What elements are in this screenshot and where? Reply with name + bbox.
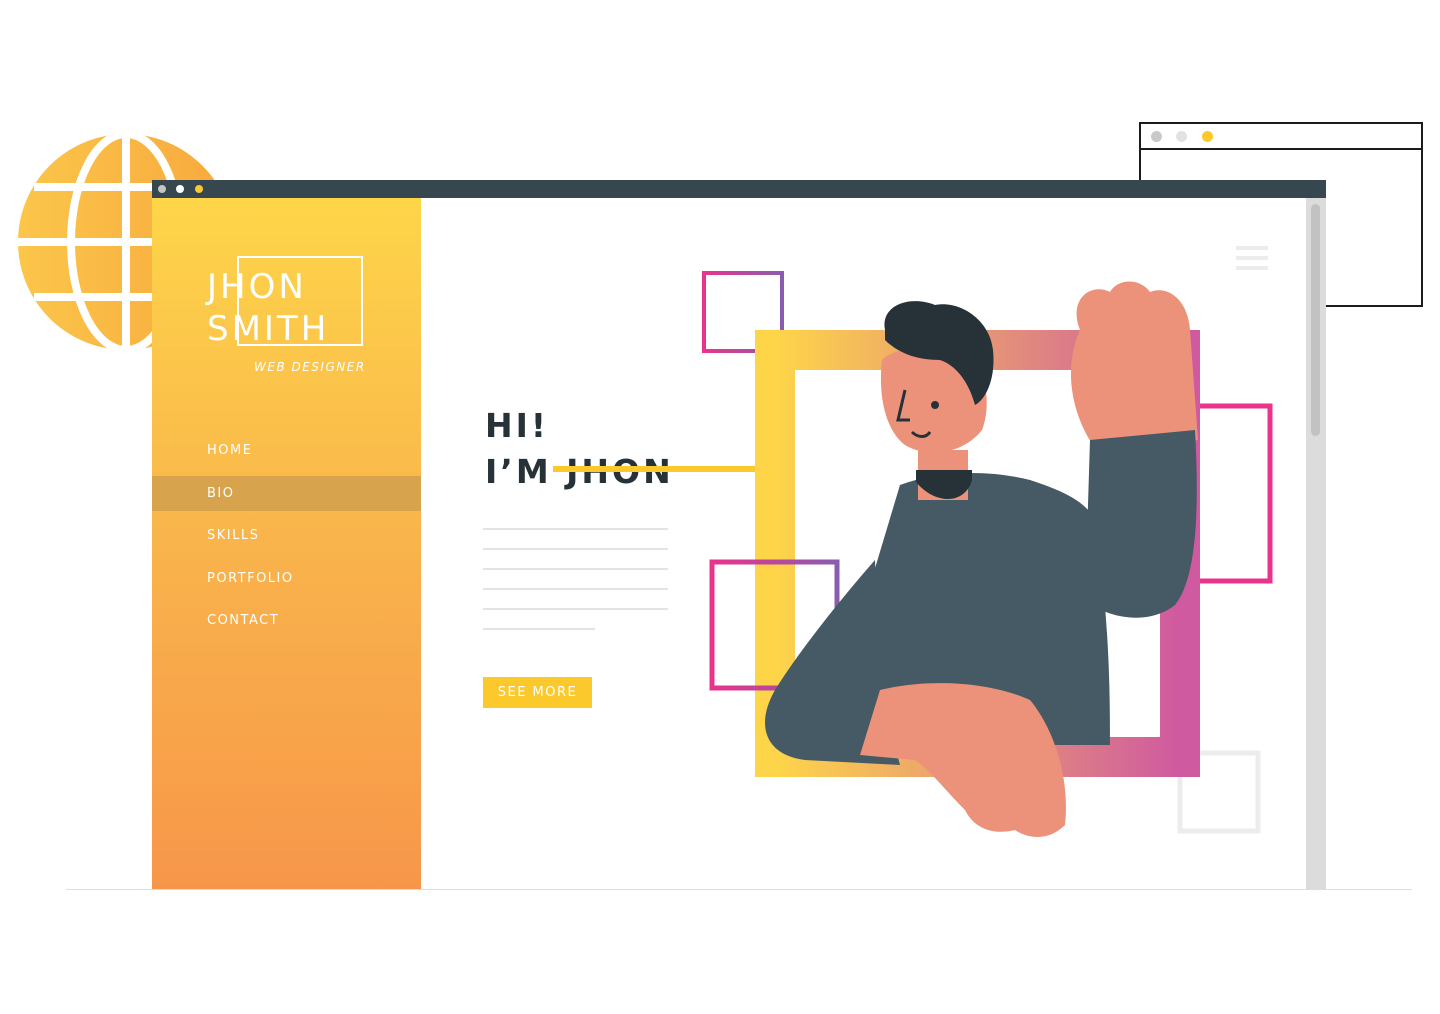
see-more-button[interactable]: SEE MORE	[483, 677, 592, 708]
brand-tagline: WEB DESIGNER	[254, 360, 366, 374]
scrollbar-thumb[interactable]	[1311, 204, 1320, 436]
hero-greeting: HI! I’M JHON	[485, 403, 674, 495]
sidebar: JHON SMITH WEB DESIGNER HOME BIO SKILLS …	[152, 198, 421, 890]
scrollbar[interactable]	[1306, 198, 1326, 890]
sidebar-nav: HOME BIO SKILLS PORTFOLIO CONTACT	[152, 433, 421, 646]
window-dot	[158, 185, 166, 193]
brand-first-name: JHON	[207, 267, 307, 307]
brand-last-name: SMITH	[207, 309, 330, 349]
nav-item-contact[interactable]: CONTACT	[152, 603, 421, 638]
window-dot	[1202, 131, 1213, 142]
window-dot	[195, 185, 203, 193]
nav-item-bio[interactable]: BIO	[152, 475, 421, 511]
browser-titlebar	[152, 180, 1326, 198]
window-dot	[1151, 131, 1162, 142]
hero-greeting-line1: HI!	[485, 406, 549, 445]
window-dot	[176, 185, 184, 193]
brand-name: JHON SMITH	[207, 266, 329, 350]
background-window-titlebar	[1141, 124, 1421, 150]
nav-item-skills[interactable]: SKILLS	[152, 518, 421, 553]
nav-item-home[interactable]: HOME	[152, 433, 421, 468]
window-dot	[1176, 131, 1187, 142]
nav-item-portfolio[interactable]: PORTFOLIO	[152, 561, 421, 596]
waving-man-illustration	[702, 271, 1273, 837]
ground-line	[66, 889, 1412, 890]
hero-greeting-line2: I’M JHON	[485, 452, 671, 491]
placeholder-text-lines	[483, 528, 673, 648]
